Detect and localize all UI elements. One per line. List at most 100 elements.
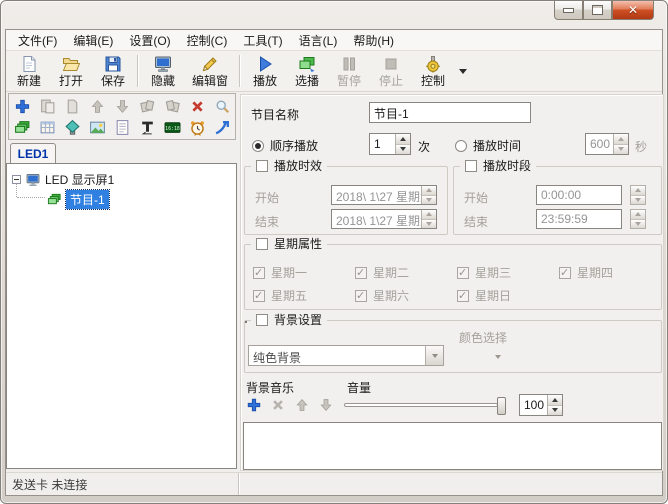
hide-button-label: 隐藏 xyxy=(151,74,175,88)
add-image-button[interactable] xyxy=(87,117,107,137)
table-icon xyxy=(39,119,56,136)
sequential-play-radio[interactable] xyxy=(252,140,264,152)
add-table-button[interactable] xyxy=(37,117,57,137)
delete-button[interactable] xyxy=(187,96,207,116)
tree-program-label[interactable]: 节目-1 xyxy=(66,190,109,209)
menu-bar: 文件(F) 编辑(E) 设置(O) 控制(C) 工具(T) 语言(L) 帮助(H… xyxy=(6,30,662,51)
period-end-time-field: 23:59:59 xyxy=(536,209,622,229)
close-button[interactable]: ✕ xyxy=(612,1,654,20)
sequential-play-option[interactable]: 顺序播放 xyxy=(252,137,318,154)
duration-unit-label: 秒 xyxy=(635,138,647,155)
tree-collapse-icon[interactable] xyxy=(12,175,21,184)
control-button-label: 控制 xyxy=(421,74,445,88)
spin-down-button xyxy=(422,196,436,205)
play-period-checkbox[interactable] xyxy=(465,160,477,172)
restore-button[interactable] xyxy=(583,1,612,20)
menu-help[interactable]: 帮助(H) xyxy=(345,30,402,51)
volume-spinner[interactable]: 100 xyxy=(519,394,563,416)
preview-button[interactable] xyxy=(212,96,232,116)
duration-play-option[interactable]: 播放时间 xyxy=(455,137,521,154)
program-name-input[interactable]: 节目-1 xyxy=(369,102,531,123)
play-count-value[interactable]: 1 xyxy=(370,134,395,154)
add-display-button[interactable] xyxy=(62,117,82,137)
duration-play-radio[interactable] xyxy=(455,140,467,152)
tree-display-label[interactable]: LED 显示屏1 xyxy=(45,171,114,188)
play-button[interactable]: 播放 xyxy=(244,52,286,90)
add-animation-button[interactable] xyxy=(212,117,232,137)
volume-slider[interactable] xyxy=(344,396,508,414)
spin-up-button xyxy=(422,186,436,196)
flash-arrow-icon xyxy=(214,119,231,136)
minimize-button[interactable] xyxy=(554,1,583,20)
control-button[interactable]: 控制 xyxy=(412,52,454,90)
toolbar-separator xyxy=(239,55,241,87)
day-sunday: 星期日 xyxy=(457,287,511,304)
tree-item-program[interactable]: 节目-1 xyxy=(47,190,109,209)
move-top-button xyxy=(137,96,157,116)
menu-language[interactable]: 语言(L) xyxy=(291,30,346,51)
save-button[interactable]: 保存 xyxy=(92,52,134,90)
menu-edit[interactable]: 编辑(E) xyxy=(65,30,121,51)
add-text-button[interactable] xyxy=(137,117,157,137)
new-button[interactable]: 新建 xyxy=(8,52,50,90)
wednesday-label: 星期三 xyxy=(475,264,511,281)
menu-control[interactable]: 控制(C) xyxy=(179,30,236,51)
copy-button xyxy=(62,96,82,116)
pause-button: 暂停 xyxy=(328,52,370,90)
period-start-label: 开始 xyxy=(464,189,488,206)
add-program-button[interactable] xyxy=(12,117,32,137)
edit-window-button[interactable]: 编辑窗 xyxy=(184,52,236,90)
tree-item-display[interactable]: LED 显示屏1 xyxy=(12,171,114,188)
select-play-button[interactable]: 选播 xyxy=(286,52,328,90)
spin-up-button xyxy=(422,210,436,220)
save-floppy-icon xyxy=(103,54,123,74)
spin-down-button[interactable] xyxy=(548,406,562,416)
background-title: 背景设置 xyxy=(274,313,322,327)
edit-window-button-label: 编辑窗 xyxy=(192,74,228,88)
play-count-spinner[interactable]: 1 xyxy=(369,133,411,155)
validity-end-value: 2018\ 1\27 星期六 xyxy=(332,210,421,228)
music-move-up-button xyxy=(293,396,311,414)
select-play-button-label: 选播 xyxy=(295,74,319,88)
background-legend: 背景设置 xyxy=(251,313,327,327)
close-icon: ✕ xyxy=(628,4,638,16)
music-remove-button xyxy=(269,396,287,414)
duration-spinner: 600 xyxy=(585,133,629,155)
volume-slider-track xyxy=(344,403,498,407)
menu-tools[interactable]: 工具(T) xyxy=(235,30,290,51)
spin-down-button xyxy=(631,220,645,229)
duration-play-label: 播放时间 xyxy=(473,137,521,154)
add-analog-clock-button[interactable] xyxy=(187,117,207,137)
add-button[interactable] xyxy=(12,96,32,116)
background-group: 背景设置 纯色背景 颜色选择 xyxy=(244,320,662,373)
background-checkbox[interactable] xyxy=(256,314,268,326)
spin-up-button[interactable] xyxy=(548,395,562,406)
spin-up-button[interactable] xyxy=(396,134,410,145)
period-end-updown xyxy=(630,209,646,229)
play-validity-checkbox[interactable] xyxy=(256,160,268,172)
pause-icon xyxy=(339,54,359,74)
music-add-button[interactable] xyxy=(245,396,263,414)
saturday-checkbox xyxy=(355,290,367,302)
tree-connector xyxy=(17,197,45,198)
spin-down-button[interactable] xyxy=(396,145,410,155)
hide-button[interactable]: 隐藏 xyxy=(142,52,184,90)
menu-file[interactable]: 文件(F) xyxy=(10,30,65,51)
add-digital-clock-button[interactable]: 16:18 xyxy=(162,117,182,137)
tab-led1[interactable]: LED1 xyxy=(10,143,56,164)
week-checkbox[interactable] xyxy=(256,238,268,250)
move-pages-icon xyxy=(139,98,156,115)
volume-slider-thumb[interactable] xyxy=(497,397,506,415)
dropdown-arrow-button xyxy=(425,346,443,365)
music-list[interactable] xyxy=(243,422,662,470)
select-play-icon xyxy=(297,54,317,74)
menu-settings[interactable]: 设置(O) xyxy=(121,30,178,51)
toolbar-overflow-button[interactable] xyxy=(454,52,472,90)
open-button[interactable]: 打开 xyxy=(50,52,92,90)
color-dropdown-arrow-icon xyxy=(495,355,501,359)
spin-up-button xyxy=(631,186,645,196)
program-settings-panel: 节目名称 节目-1 顺序播放 1 次 播放时间 600 秒 xyxy=(240,94,664,471)
volume-value[interactable]: 100 xyxy=(520,395,547,415)
add-document-button[interactable] xyxy=(112,117,132,137)
pencil-icon xyxy=(200,54,220,74)
